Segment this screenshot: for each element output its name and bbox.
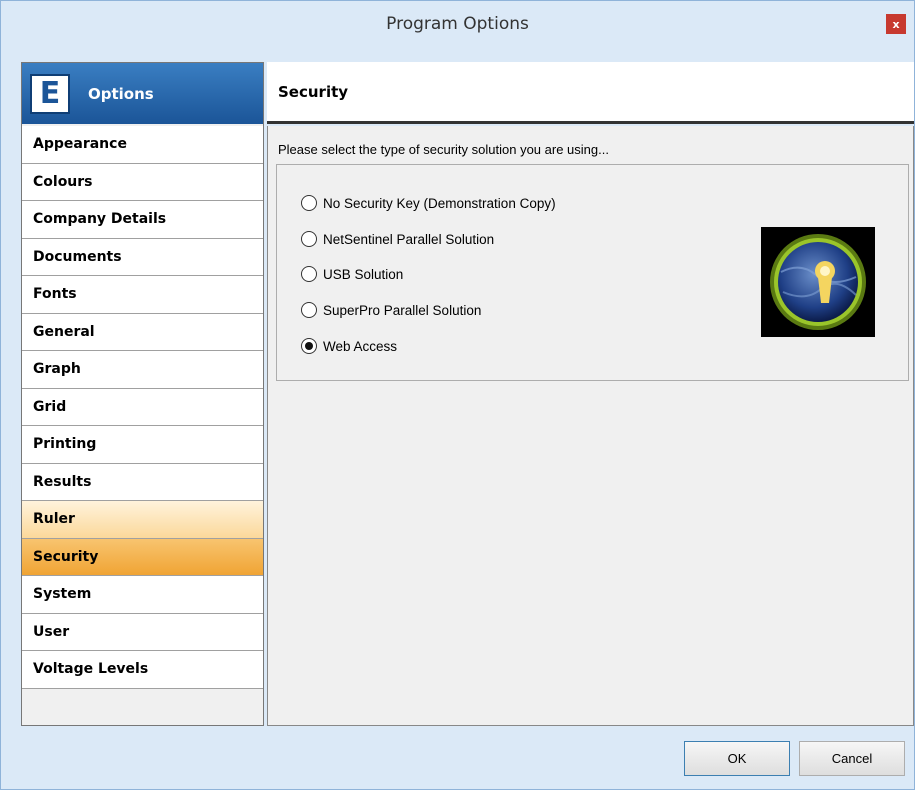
- program-options-window: Program Options x E Options Appearance C…: [0, 0, 915, 790]
- sidebar-item-grid[interactable]: Grid: [22, 388, 263, 426]
- security-panel: Please select the type of security solut…: [267, 126, 914, 726]
- radio-netsentinel-parallel[interactable]: NetSentinel Parallel Solution: [301, 231, 494, 247]
- radio-button-checked[interactable]: [301, 338, 317, 354]
- sidebar-item-results[interactable]: Results: [22, 463, 263, 501]
- panel-title: Security: [278, 82, 349, 101]
- sidebar-item-general[interactable]: General: [22, 313, 263, 351]
- keyhole-globe-icon: [761, 227, 875, 337]
- sidebar-item-printing[interactable]: Printing: [22, 426, 263, 464]
- sidebar-item-fonts[interactable]: Fonts: [22, 276, 263, 314]
- radio-label: SuperPro Parallel Solution: [323, 302, 482, 318]
- radio-no-security-key[interactable]: No Security Key (Demonstration Copy): [301, 195, 556, 211]
- cancel-button[interactable]: Cancel: [799, 741, 905, 776]
- sidebar-item-user[interactable]: User: [22, 613, 263, 651]
- sidebar-item-company-details[interactable]: Company Details: [22, 201, 263, 239]
- sidebar-item-graph[interactable]: Graph: [22, 351, 263, 389]
- panel-header: Security: [267, 62, 914, 124]
- security-options-group: No Security Key (Demonstration Copy) Net…: [276, 164, 909, 381]
- sidebar-item-appearance[interactable]: Appearance: [22, 126, 263, 164]
- title-bar[interactable]: Program Options x: [1, 1, 914, 47]
- sidebar-title: Options: [88, 84, 154, 103]
- radio-label: No Security Key (Demonstration Copy): [323, 195, 556, 211]
- radio-label: NetSentinel Parallel Solution: [323, 231, 495, 247]
- sidebar-item-ruler[interactable]: Ruler: [22, 501, 263, 539]
- sidebar-item-system[interactable]: System: [22, 576, 263, 614]
- radio-button[interactable]: [301, 266, 317, 282]
- sidebar-item-documents[interactable]: Documents: [22, 238, 263, 276]
- app-logo-icon: E: [30, 73, 70, 114]
- close-icon[interactable]: x: [886, 14, 906, 34]
- instruction-text: Please select the type of security solut…: [278, 142, 609, 157]
- sidebar-item-colours[interactable]: Colours: [22, 163, 263, 201]
- radio-web-access[interactable]: Web Access: [301, 338, 397, 354]
- sidebar-item-security[interactable]: Security: [22, 538, 263, 576]
- sidebar-list: Appearance Colours Company Details Docum…: [22, 126, 263, 689]
- radio-button[interactable]: [301, 231, 317, 247]
- sidebar-header: E Options: [22, 63, 263, 124]
- sidebar-item-voltage-levels[interactable]: Voltage Levels: [22, 651, 263, 689]
- window-title: Program Options: [386, 14, 529, 34]
- radio-button[interactable]: [301, 302, 317, 318]
- options-sidebar: E Options Appearance Colours Company Det…: [21, 62, 264, 726]
- radio-label: USB Solution: [323, 266, 404, 282]
- radio-label: Web Access: [323, 338, 398, 354]
- radio-superpro-parallel[interactable]: SuperPro Parallel Solution: [301, 302, 481, 318]
- ok-button[interactable]: OK: [684, 741, 790, 776]
- radio-usb-solution[interactable]: USB Solution: [301, 266, 403, 282]
- radio-button[interactable]: [301, 195, 317, 211]
